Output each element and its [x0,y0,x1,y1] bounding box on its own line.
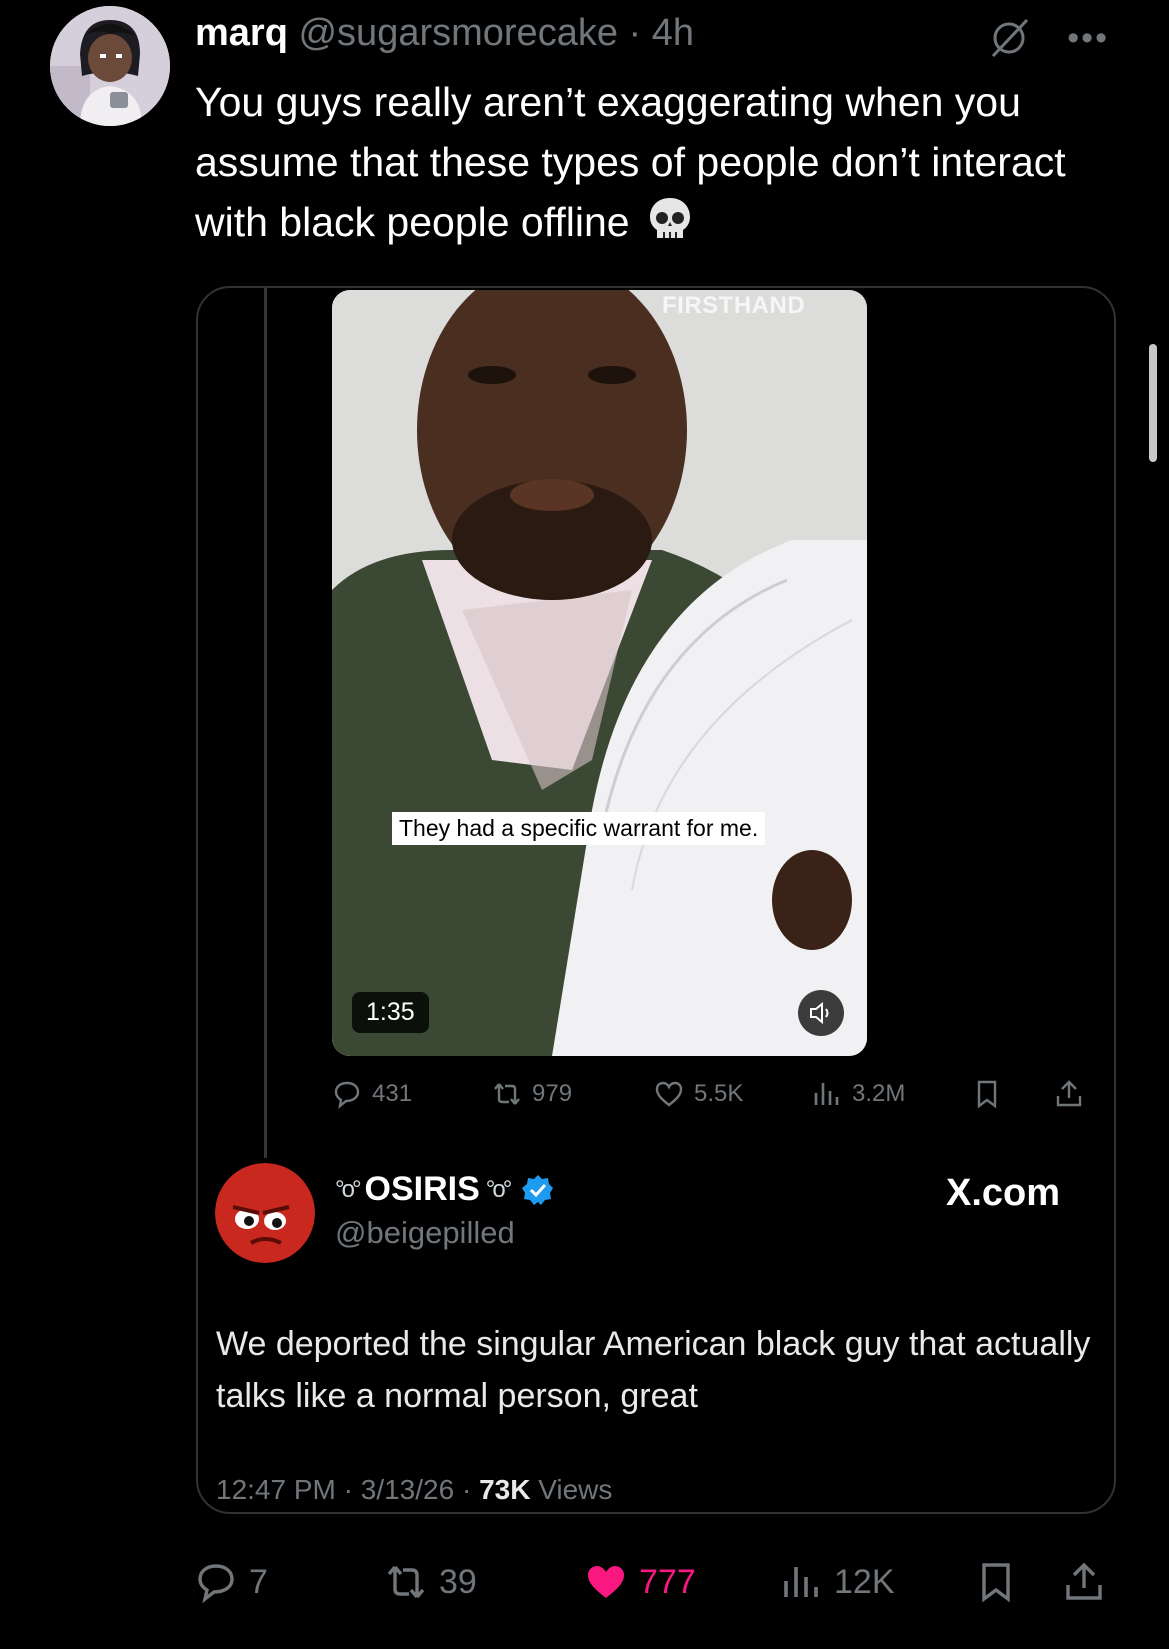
thread-line [264,288,267,1158]
speaker-icon [810,1001,829,1025]
video-repost-count: 979 [532,1080,573,1107]
video-views-count: 3.2M [852,1080,906,1107]
header-separator: · [628,12,642,54]
reply-icon [334,1081,360,1109]
source-label: X.com [946,1172,1061,1214]
post-text: You guys really aren’t exaggerating when… [195,72,1125,252]
skull-icon [650,198,690,238]
post-header: marq @sugarsmorecake · 4h [195,12,694,55]
video-caption: They had a specific warrant for me. [392,812,766,845]
share-icon [1066,1562,1102,1600]
cartoon-avatar-image [50,6,170,126]
views-button[interactable]: 12K [780,1555,895,1609]
name-decoration-left: °o° [335,1175,361,1203]
share-icon [1056,1080,1082,1107]
repost-count: 39 [439,1562,477,1601]
quoted-author-avatar[interactable] [215,1163,315,1263]
quoted-views-count: 73K [479,1474,531,1505]
heart-icon [655,1081,683,1107]
video-reply-button[interactable]: 431 [332,1070,412,1118]
quoted-post-meta: 12:47 PM · 3/13/26 · 73K Views [216,1474,613,1505]
video-player[interactable]: FIRSTHAND They had a specific warrant fo… [332,290,867,1056]
repost-button[interactable]: 39 [385,1555,477,1609]
reply-icon [198,1564,234,1603]
verified-badge-icon [522,1174,554,1205]
name-decoration-right: °o° [485,1175,512,1203]
views-count: 12K [834,1562,895,1601]
video-repost-button[interactable]: 979 [492,1070,572,1118]
post-body: You guys really aren’t exaggerating when… [195,79,1066,245]
views-icon [784,1567,818,1597]
quoted-date: 3/13/26 [360,1474,455,1505]
author-handle[interactable]: @sugarsmorecake [298,12,617,54]
reply-count: 7 [249,1562,268,1601]
repost-icon [494,1083,520,1105]
bookmark-icon [982,1563,1010,1603]
like-button[interactable]: 777 [585,1555,696,1609]
video-reply-count: 431 [372,1080,413,1107]
bookmark-button[interactable] [975,1555,1017,1609]
video-bookmark-button[interactable] [972,1070,1002,1118]
video-views-button[interactable]: 3.2M [812,1070,905,1118]
repost-icon [387,1565,425,1599]
quoted-post-text: We deported the singular American black … [216,1325,1091,1415]
mute-icon[interactable] [985,14,1033,62]
video-like-count: 5.5K [694,1080,744,1107]
volume-button[interactable] [798,990,844,1036]
angry-face-avatar-image [215,1163,315,1263]
reply-button[interactable]: 7 [195,1555,268,1609]
post-action-bar: 7 39 777 12K [195,1555,1115,1609]
quoted-author-handle[interactable]: @beigepilled [335,1215,515,1251]
post-time[interactable]: 4h [652,12,694,54]
video-share-button[interactable] [1054,1070,1084,1118]
heart-filled-icon [588,1566,624,1598]
author-avatar[interactable] [50,6,170,126]
video-frame-image [332,290,867,1056]
video-duration: 1:35 [352,992,429,1033]
author-name[interactable]: marq [195,12,288,54]
video-action-bar: 431 979 5.5K 3.2M [332,1070,1092,1118]
like-count: 777 [639,1562,696,1601]
scrollbar[interactable] [1149,344,1157,462]
post-top-icons: ••• [985,14,1109,62]
bookmark-icon [977,1080,997,1109]
more-options-icon[interactable]: ••• [1067,18,1109,58]
quoted-time: 12:47 PM [216,1474,336,1505]
quoted-views-label: Views [538,1474,613,1505]
quoted-name-text: OSIRIS [364,1170,480,1208]
video-watermark: FIRSTHAND [662,292,806,319]
share-button[interactable] [1063,1555,1105,1609]
quoted-author-name[interactable]: °o° OSIRIS °o° [335,1170,555,1209]
video-like-button[interactable]: 5.5K [654,1070,743,1118]
views-icon [814,1083,839,1105]
